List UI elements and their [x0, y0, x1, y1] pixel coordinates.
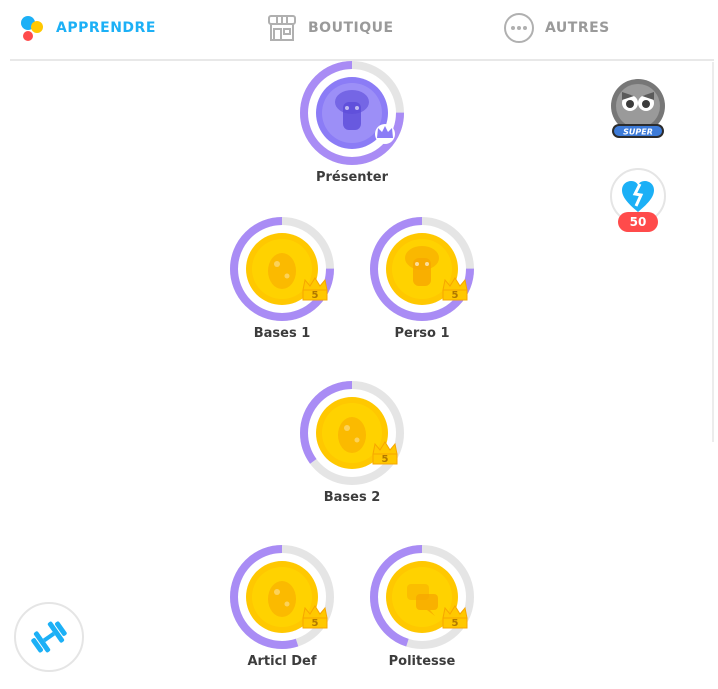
skill-label: Présenter	[315, 170, 388, 185]
egg-icon	[268, 253, 296, 289]
skill-politesse[interactable]: 5 Politesse	[367, 542, 477, 672]
egg-icon	[268, 581, 296, 617]
learn-page: APPRENDRE BOUTIQUE AUTRES SUPER 50 Prése…	[0, 0, 718, 689]
crown-level: 5	[382, 454, 389, 465]
health-button[interactable]: 50	[608, 168, 668, 240]
scrollbar-track[interactable]	[712, 62, 714, 442]
nav-more[interactable]: AUTRES	[503, 13, 610, 43]
nav-learn[interactable]: APPRENDRE	[18, 14, 156, 42]
skill-node-graphic: 5	[230, 217, 334, 321]
crown-icon: 5	[442, 605, 468, 629]
nav-shop[interactable]: BOUTIQUE	[266, 14, 394, 42]
crown-level: 5	[452, 618, 459, 629]
super-owl-icon: SUPER	[611, 79, 665, 138]
skill-node-graphic: 5	[370, 545, 474, 649]
top-nav: APPRENDRE BOUTIQUE AUTRES	[0, 0, 718, 58]
practice-button[interactable]	[14, 602, 84, 672]
skill-label: Perso 1	[394, 326, 450, 341]
crown-icon: 5	[302, 605, 328, 629]
crown-level: 5	[312, 618, 319, 629]
egg-icon	[338, 417, 366, 453]
more-dots-icon	[504, 13, 534, 43]
nav-more-label: AUTRES	[545, 20, 610, 36]
super-badge-button[interactable]: SUPER	[608, 78, 668, 144]
skill-node-graphic	[300, 61, 404, 165]
skill-label: Politesse	[388, 654, 456, 669]
skill-presenter[interactable]: Présenter	[297, 58, 407, 188]
shop-icon	[268, 15, 296, 41]
crown-icon: 5	[442, 277, 468, 301]
skill-label: Bases 2	[323, 490, 381, 505]
skill-articl-def[interactable]: 5 Articl Def	[227, 542, 337, 672]
nav-shop-label: BOUTIQUE	[308, 20, 394, 36]
crown-badge-icon	[375, 124, 395, 144]
skill-node-graphic: 5	[230, 545, 334, 649]
skill-node-graphic: 5	[300, 381, 404, 485]
dumbbell-icon	[31, 621, 67, 653]
crown-icon: 5	[302, 277, 328, 301]
crown-level: 5	[452, 290, 459, 301]
skill-bases-1[interactable]: 5 Bases 1	[227, 214, 337, 344]
crown-icon: 5	[372, 441, 398, 465]
super-label: SUPER	[623, 128, 653, 137]
nav-learn-label: APPRENDRE	[56, 20, 156, 36]
health-count-badge: 50	[618, 212, 658, 232]
learn-dots-icon	[21, 16, 43, 41]
crown-level: 5	[312, 290, 319, 301]
skill-bases-2[interactable]: 5 Bases 2	[297, 378, 407, 508]
skill-node-graphic: 5	[370, 217, 474, 321]
skill-perso-1[interactable]: 5 Perso 1	[367, 214, 477, 344]
